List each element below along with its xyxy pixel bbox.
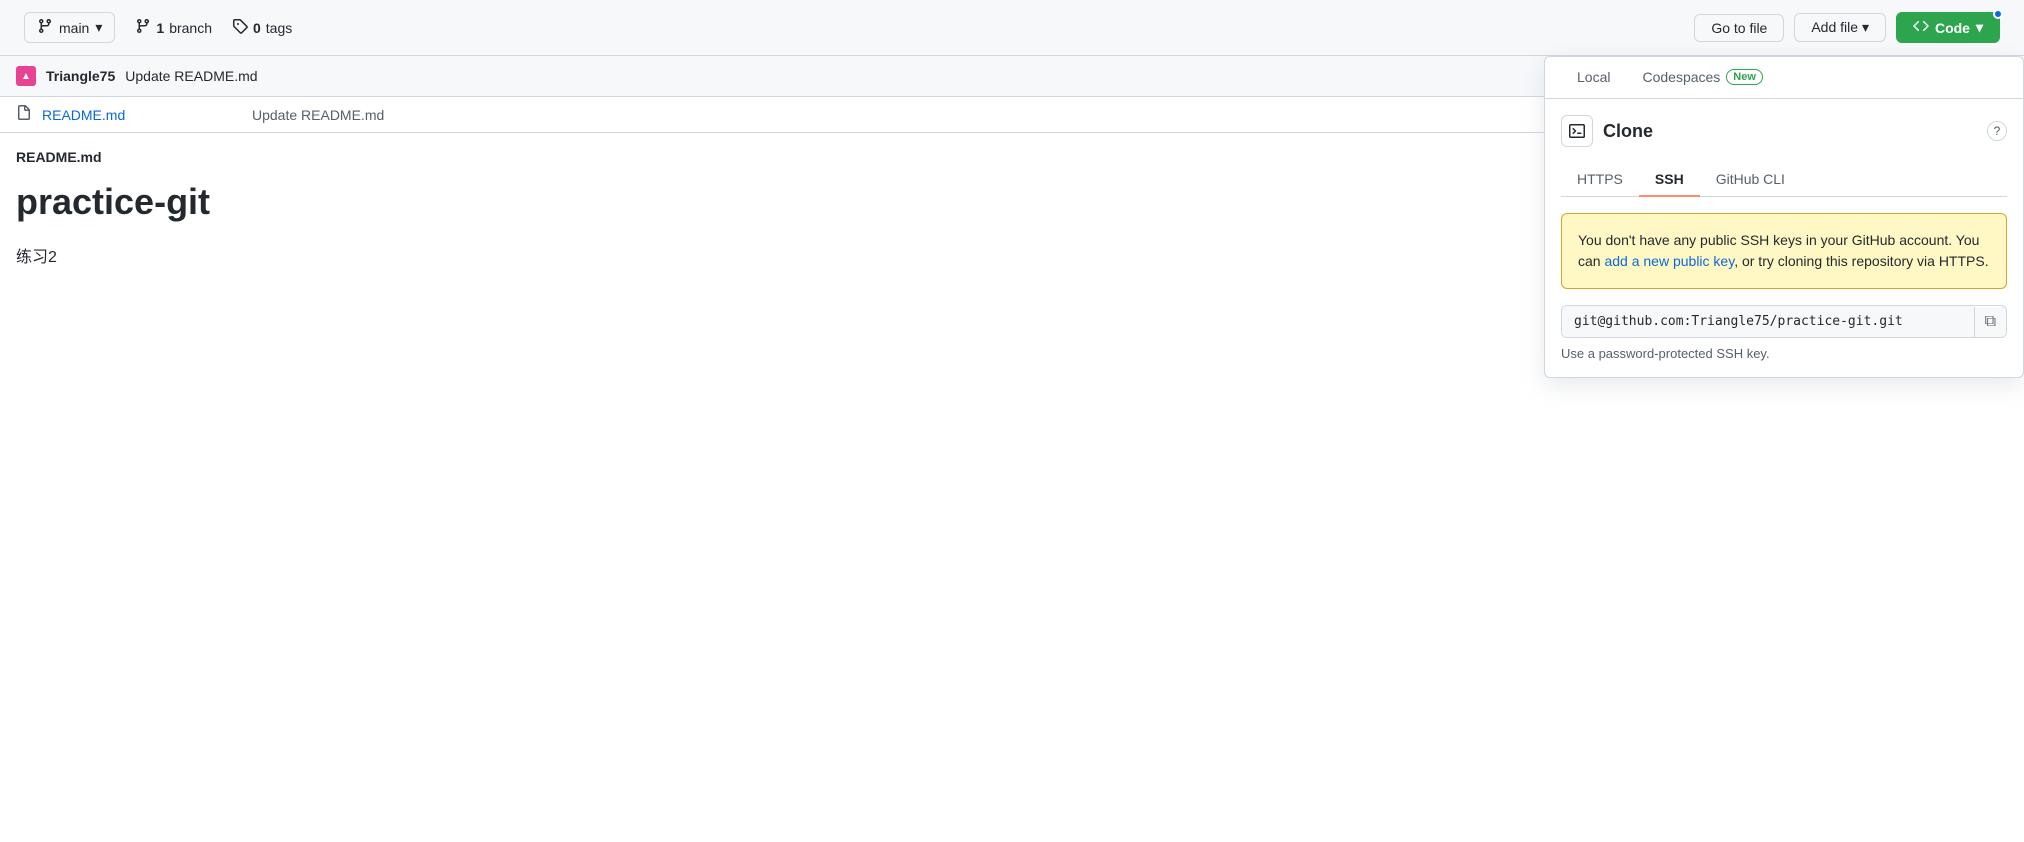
code-icon xyxy=(1913,18,1929,37)
tab-codespaces[interactable]: Codespaces New xyxy=(1626,57,1778,99)
copy-url-button[interactable]: ⧉ xyxy=(1974,307,2006,337)
code-button-label: Code xyxy=(1935,20,1970,36)
tag-count-label: tags xyxy=(266,20,292,36)
clone-sub-tabs: HTTPS SSH GitHub CLI xyxy=(1561,163,2007,197)
tag-count-number: 0 xyxy=(253,20,261,36)
clone-tab-ssh[interactable]: SSH xyxy=(1639,163,1700,197)
tag-icon xyxy=(232,18,248,37)
copy-icon: ⧉ xyxy=(1985,313,1996,330)
branch-count-label: branch xyxy=(169,20,212,36)
chevron-down-icon: ▾ xyxy=(1862,19,1869,35)
branch-count-link[interactable]: 1 branch xyxy=(135,18,212,37)
add-file-button[interactable]: Add file ▾ xyxy=(1794,13,1886,42)
code-dropdown-panel: Local Codespaces New Clone xyxy=(1544,56,2024,378)
branch-count-number: 1 xyxy=(156,20,164,36)
clone-header: Clone ? xyxy=(1561,115,2007,147)
go-to-file-button[interactable]: Go to file xyxy=(1694,14,1784,42)
url-hint: Use a password-protected SSH key. xyxy=(1561,346,2007,361)
commit-author[interactable]: Triangle75 xyxy=(46,68,115,84)
new-badge: New xyxy=(1726,69,1763,85)
top-bar: main ▾ 1 branch 0 tags Go to file xyxy=(0,0,2024,56)
branch-count-icon xyxy=(135,18,151,37)
ssh-warning-box: You don't have any public SSH keys in yo… xyxy=(1561,213,2007,289)
notification-dot xyxy=(1993,9,2003,19)
terminal-icon xyxy=(1561,115,1593,147)
tab-local[interactable]: Local xyxy=(1561,57,1626,99)
panel-body: Clone ? HTTPS SSH GitHub CLI You don xyxy=(1545,99,2023,377)
tag-count-link[interactable]: 0 tags xyxy=(232,18,292,37)
avatar: ▲ xyxy=(16,66,36,86)
branch-name: main xyxy=(59,20,89,36)
file-link[interactable]: README.md xyxy=(42,107,242,123)
url-field-wrapper: ⧉ xyxy=(1561,305,2007,338)
clone-url-input[interactable] xyxy=(1562,306,1974,337)
help-button[interactable]: ? xyxy=(1987,121,2007,141)
clone-title: Clone xyxy=(1603,121,1653,142)
clone-title-area: Clone xyxy=(1561,115,1653,147)
top-bar-left: main ▾ 1 branch 0 tags xyxy=(24,12,292,43)
add-key-link[interactable]: add a new public key xyxy=(1604,253,1734,269)
warning-text-2: , or try cloning this repository via HTT… xyxy=(1734,253,1988,269)
commit-message: Update README.md xyxy=(125,68,257,84)
branch-selector-button[interactable]: main ▾ xyxy=(24,12,115,43)
clone-tab-cli[interactable]: GitHub CLI xyxy=(1700,163,1801,197)
panel-tabs: Local Codespaces New xyxy=(1545,57,2023,99)
chevron-down-icon: ▾ xyxy=(1976,19,1983,36)
chevron-down-icon: ▾ xyxy=(95,19,102,36)
top-bar-right: Go to file Add file ▾ Code ▾ xyxy=(1694,12,2000,43)
main-content: ▲ Triangle75 Update README.md README.md … xyxy=(0,56,2024,267)
branch-icon xyxy=(37,18,53,37)
code-button[interactable]: Code ▾ xyxy=(1896,12,2000,43)
file-icon xyxy=(16,105,32,124)
clone-tab-https[interactable]: HTTPS xyxy=(1561,163,1639,197)
